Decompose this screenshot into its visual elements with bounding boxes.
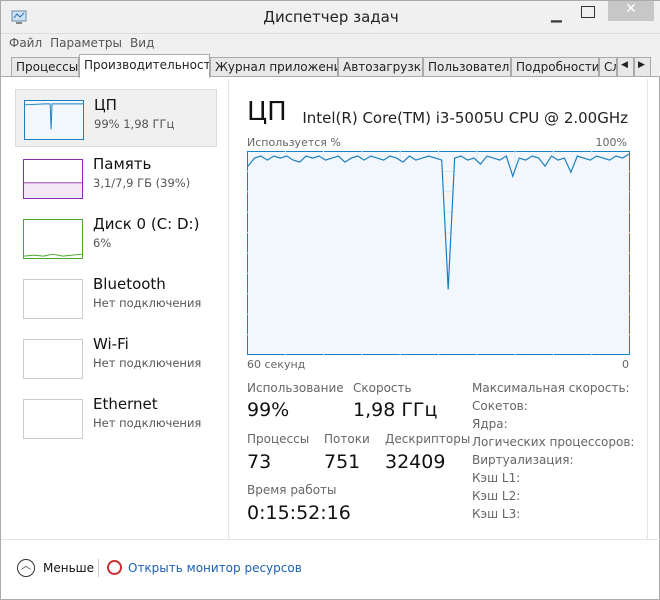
ethernet-thumbnail (23, 399, 83, 439)
sidebar-sub: 99% 1,98 ГГц (94, 117, 175, 131)
sidebar-sub: Нет подключения (93, 356, 202, 370)
tab-bar: Процессы Производительность Журнал прило… (1, 53, 660, 78)
graph-ylabel: Используется % (247, 136, 341, 149)
divider (228, 79, 229, 539)
threads-value: 751 (324, 451, 361, 473)
cpu-graph (247, 151, 630, 355)
maximize-button[interactable] (581, 6, 595, 18)
close-button[interactable]: ✕ (608, 1, 654, 21)
tab-processes[interactable]: Процессы (11, 57, 79, 77)
scrollbar-track[interactable] (647, 79, 648, 539)
graph-ymax: 100% (595, 136, 627, 149)
info-virtualization: Виртуализация: (472, 453, 574, 467)
info-sockets: Сокетов: (472, 399, 528, 413)
sidebar-sub: 6% (93, 236, 112, 250)
info-logical: Логических процессоров: (472, 435, 635, 449)
open-resource-monitor-link[interactable]: Открыть монитор ресурсов (128, 561, 302, 575)
menu-file[interactable]: Файл (9, 36, 42, 50)
sidebar-name: Bluetooth (93, 275, 166, 293)
speed-value: 1,98 ГГц (353, 399, 438, 421)
tab-app-history[interactable]: Журнал приложений (210, 57, 338, 77)
sidebar-sub: Нет подключения (93, 296, 202, 310)
tab-services[interactable]: Службы (599, 57, 617, 77)
fewer-details-button[interactable]: Меньше (43, 561, 94, 575)
sidebar-sub: Нет подключения (93, 416, 202, 430)
graph-xright: 0 (622, 358, 629, 371)
usage-label: Использование (247, 381, 344, 395)
tab-details[interactable]: Подробности (511, 57, 599, 77)
tab-startup[interactable]: Автозагрузка (338, 57, 423, 77)
tab-users[interactable]: Пользователи (423, 57, 511, 77)
handles-label: Дескрипторы (385, 432, 471, 446)
sidebar-sub: 3,1/7,9 ГБ (39%) (93, 176, 191, 190)
minimize-button[interactable]: ▁ (551, 7, 571, 23)
cpu-model: Intel(R) Core(TM) i3-5005U CPU @ 2.00GHz (302, 109, 628, 127)
processes-value: 73 (247, 451, 272, 473)
sidebar-name: Диск 0 (C: D:) (93, 215, 200, 233)
title-bar: Диспетчер задач ▁ ✕ (1, 1, 660, 33)
info-l2: Кэш L2: (472, 489, 521, 503)
processes-label: Процессы (247, 432, 310, 446)
graph-xleft: 60 секунд (247, 358, 306, 371)
wifi-thumbnail (23, 339, 83, 379)
sidebar-name: ЦП (94, 96, 117, 114)
resource-monitor-icon (107, 560, 122, 575)
uptime-label: Время работы (247, 483, 337, 497)
info-l3: Кэш L3: (472, 507, 521, 521)
cpu-thumbnail (24, 100, 84, 140)
uptime-value: 0:15:52:16 (247, 502, 351, 524)
menu-options[interactable]: Параметры (50, 36, 122, 50)
memory-thumbnail (23, 159, 83, 199)
sidebar-item-cpu[interactable]: ЦП 99% 1,98 ГГц (15, 89, 217, 147)
info-cores: Ядра: (472, 417, 508, 431)
sidebar-name: Ethernet (93, 395, 158, 413)
footer-separator (98, 559, 99, 577)
handles-value: 32409 (385, 451, 446, 473)
footer-divider (1, 539, 660, 540)
tab-performance[interactable]: Производительность (79, 54, 210, 78)
threads-label: Потоки (324, 432, 370, 446)
info-l1: Кэш L1: (472, 471, 521, 485)
disk-thumbnail (23, 219, 83, 259)
speed-label: Скорость (353, 381, 412, 395)
bluetooth-thumbnail (23, 279, 83, 319)
chevron-up-icon[interactable]: ︿ (17, 559, 35, 577)
sidebar-name: Wi-Fi (93, 335, 129, 353)
sidebar-name: Память (93, 155, 152, 173)
menu-bar: Файл Параметры Вид (1, 33, 660, 53)
page-title: ЦП (247, 97, 287, 127)
sidebar-item-wifi[interactable]: Wi-Fi Нет подключения (15, 329, 217, 387)
cpu-area (248, 154, 629, 354)
sidebar-item-bluetooth[interactable]: Bluetooth Нет подключения (15, 269, 217, 327)
sidebar-item-ethernet[interactable]: Ethernet Нет подключения (15, 389, 217, 447)
scroll-right-button[interactable]: ▶ (634, 57, 651, 77)
usage-value: 99% (247, 399, 290, 421)
sidebar-item-disk[interactable]: Диск 0 (C: D:) 6% (15, 209, 217, 267)
menu-view[interactable]: Вид (130, 36, 154, 50)
info-max-speed: Максимальная скорость: (472, 381, 630, 395)
sidebar-item-memory[interactable]: Память 3,1/7,9 ГБ (39%) (15, 149, 217, 207)
scroll-left-button[interactable]: ◀ (617, 57, 634, 77)
